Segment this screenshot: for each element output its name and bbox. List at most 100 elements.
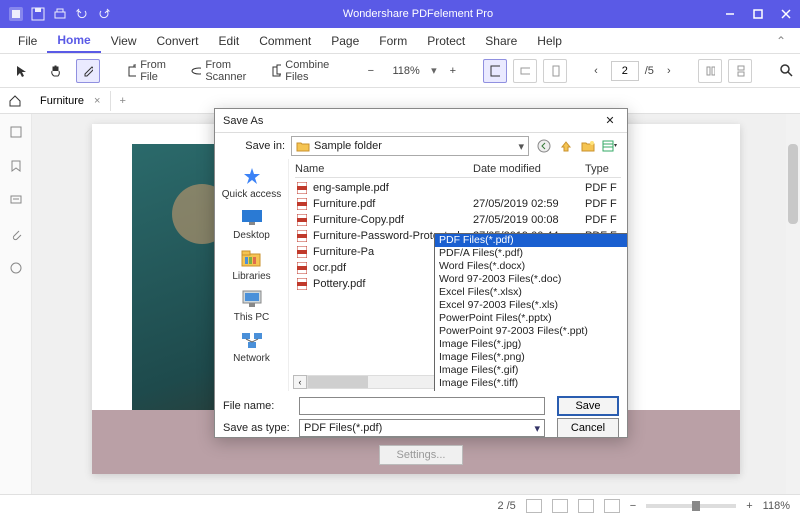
pdf-file-icon xyxy=(295,262,309,274)
zoom-in-status[interactable]: + xyxy=(746,500,752,512)
menubar: FileHomeViewConvertEditCommentPageFormPr… xyxy=(0,28,800,54)
menu-edit[interactable]: Edit xyxy=(209,30,250,52)
type-option[interactable]: Image Files(*.jpg) xyxy=(435,338,627,351)
app-title: Wondershare PDFelement Pro xyxy=(120,8,716,20)
views-icon[interactable] xyxy=(601,137,619,155)
from-file-button[interactable]: From File xyxy=(120,55,178,87)
next-page-button[interactable]: › xyxy=(660,61,678,81)
fit-page-button[interactable] xyxy=(483,59,507,83)
place-libraries[interactable]: Libraries xyxy=(232,247,270,282)
shape-icon[interactable] xyxy=(6,258,26,278)
combine-files-button[interactable]: Combine Files xyxy=(265,55,341,87)
save-type-popup[interactable]: PDF Files(*.pdf)PDF/A Files(*.pdf)Word F… xyxy=(434,233,627,391)
file-row[interactable]: Furniture-Copy.pdf27/05/2019 00:08PDF F xyxy=(295,212,621,228)
comments-icon[interactable] xyxy=(6,190,26,210)
zoom-in-button[interactable]: + xyxy=(443,61,463,81)
dialog-close-button[interactable]: ✕ xyxy=(601,112,619,130)
maximize-button[interactable] xyxy=(744,0,772,28)
save-type-select[interactable]: PDF Files(*.pdf) ▾ xyxy=(299,419,545,437)
vertical-scrollbar[interactable] xyxy=(786,114,800,494)
col-type[interactable]: Type xyxy=(585,163,621,175)
menu-help[interactable]: Help xyxy=(527,30,572,52)
place-network[interactable]: Network xyxy=(233,329,270,364)
type-option[interactable]: PowerPoint 97-2003 Files(*.ppt) xyxy=(435,325,627,338)
type-option[interactable]: PowerPoint Files(*.pptx) xyxy=(435,312,627,325)
col-name[interactable]: Name xyxy=(295,163,473,175)
bookmark-icon[interactable] xyxy=(6,156,26,176)
type-option[interactable]: Image Files(*.bmp) xyxy=(435,390,627,391)
undo-icon[interactable] xyxy=(74,6,90,22)
type-option[interactable]: Image Files(*.png) xyxy=(435,351,627,364)
zoom-slider[interactable] xyxy=(646,504,736,508)
view-continuous-button[interactable] xyxy=(728,59,752,83)
tab-close-icon[interactable]: × xyxy=(94,95,100,107)
fit-width-button[interactable] xyxy=(513,59,537,83)
attachments-icon[interactable] xyxy=(6,224,26,244)
quick-icon xyxy=(238,165,266,187)
tab-add-button[interactable]: + xyxy=(111,95,133,107)
tab-furniture[interactable]: Furniture × xyxy=(30,91,111,111)
zoom-value[interactable]: 118% xyxy=(387,65,425,77)
prev-page-button[interactable]: ‹ xyxy=(587,61,605,81)
view-mode-3-icon[interactable] xyxy=(578,499,594,513)
search-button[interactable] xyxy=(772,59,800,83)
save-button[interactable]: Save xyxy=(557,396,619,416)
col-date[interactable]: Date modified xyxy=(473,163,585,175)
place-quick[interactable]: Quick access xyxy=(222,165,281,200)
edit-tool[interactable] xyxy=(76,59,100,83)
file-row[interactable]: Furniture.pdf27/05/2019 02:59PDF F xyxy=(295,196,621,212)
type-option[interactable]: Word 97-2003 Files(*.doc) xyxy=(435,273,627,286)
view-mode-1-icon[interactable] xyxy=(526,499,542,513)
menu-protect[interactable]: Protect xyxy=(417,30,475,52)
thumbnails-icon[interactable] xyxy=(6,122,26,142)
type-option[interactable]: Image Files(*.gif) xyxy=(435,364,627,377)
type-option[interactable]: PDF/A Files(*.pdf) xyxy=(435,247,627,260)
hand-tool[interactable] xyxy=(42,60,70,82)
redo-icon[interactable] xyxy=(96,6,112,22)
minimize-button[interactable] xyxy=(716,0,744,28)
save-icon[interactable] xyxy=(30,6,46,22)
file-list[interactable]: Name Date modified Type eng-sample.pdfPD… xyxy=(289,159,627,391)
cancel-button[interactable]: Cancel xyxy=(557,418,619,438)
scroll-left-icon[interactable]: ‹ xyxy=(293,375,307,389)
place-thispc[interactable]: This PC xyxy=(234,288,270,323)
type-option[interactable]: Image Files(*.tiff) xyxy=(435,377,627,390)
close-button[interactable] xyxy=(772,0,800,28)
save-in-select[interactable]: Sample folder ▾ xyxy=(291,136,529,156)
file-row[interactable]: eng-sample.pdfPDF F xyxy=(295,180,621,196)
pdf-file-icon xyxy=(295,278,309,290)
view-mode-2-icon[interactable] xyxy=(552,499,568,513)
collapse-ribbon-icon[interactable]: ⌃ xyxy=(770,34,792,48)
place-desktop[interactable]: Desktop xyxy=(233,206,270,241)
home-icon[interactable] xyxy=(8,94,26,108)
fit-actual-button[interactable] xyxy=(543,59,567,83)
pointer-tool[interactable] xyxy=(8,60,36,82)
view-single-button[interactable] xyxy=(698,59,722,83)
menu-form[interactable]: Form xyxy=(369,30,417,52)
up-icon[interactable] xyxy=(557,137,575,155)
menu-comment[interactable]: Comment xyxy=(249,30,321,52)
places-sidebar: Quick access Desktop Libraries This PC Netwo… xyxy=(215,159,289,391)
zoom-out-status[interactable]: − xyxy=(630,500,636,512)
type-option[interactable]: Excel Files(*.xlsx) xyxy=(435,286,627,299)
type-option[interactable]: Word Files(*.docx) xyxy=(435,260,627,273)
libraries-icon xyxy=(237,247,265,269)
chevron-down-icon[interactable]: ▾ xyxy=(431,64,437,77)
sidebar-left xyxy=(0,114,32,494)
back-icon[interactable] xyxy=(535,137,553,155)
type-option[interactable]: Excel 97-2003 Files(*.xls) xyxy=(435,299,627,312)
menu-share[interactable]: Share xyxy=(475,30,527,52)
menu-view[interactable]: View xyxy=(101,30,147,52)
menu-file[interactable]: File xyxy=(8,30,47,52)
menu-convert[interactable]: Convert xyxy=(146,30,208,52)
view-mode-4-icon[interactable] xyxy=(604,499,620,513)
zoom-out-button[interactable]: − xyxy=(361,61,381,81)
type-option[interactable]: PDF Files(*.pdf) xyxy=(435,234,627,247)
menu-home[interactable]: Home xyxy=(47,29,100,53)
menu-page[interactable]: Page xyxy=(321,30,369,52)
from-scanner-button[interactable]: From Scanner xyxy=(184,55,259,87)
page-input[interactable] xyxy=(611,61,639,81)
file-name-input[interactable] xyxy=(299,397,545,415)
new-folder-icon[interactable] xyxy=(579,137,597,155)
print-icon[interactable] xyxy=(52,6,68,22)
